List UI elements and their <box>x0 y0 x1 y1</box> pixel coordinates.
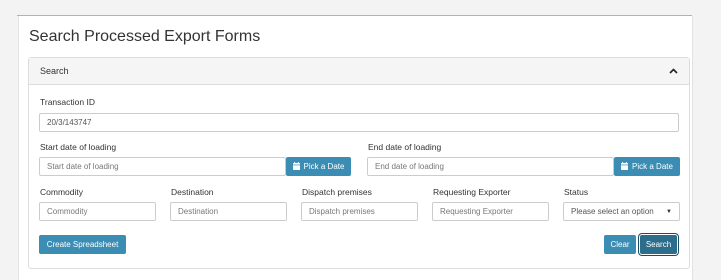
start-date-input[interactable] <box>39 157 286 176</box>
search-panel-header[interactable]: Search <box>29 58 689 85</box>
end-date-pick-label: Pick a Date <box>632 162 673 171</box>
clear-button[interactable]: Clear <box>604 235 636 254</box>
commodity-input[interactable] <box>39 202 156 221</box>
requesting-exporter-input[interactable] <box>432 202 549 221</box>
end-date-label: End date of loading <box>368 142 442 152</box>
caret-down-icon: ▼ <box>666 208 672 215</box>
commodity-label: Commodity <box>40 187 83 197</box>
dispatch-premises-input[interactable] <box>301 202 418 221</box>
calendar-icon <box>292 161 300 172</box>
start-date-pick-button[interactable]: Pick a Date <box>286 157 351 176</box>
destination-label: Destination <box>171 187 214 197</box>
status-select[interactable]: Please select an option ▼ <box>563 202 680 221</box>
destination-input[interactable] <box>170 202 287 221</box>
transaction-id-input[interactable] <box>39 113 679 132</box>
search-panel: Search Transaction ID Start date of load… <box>28 57 690 269</box>
end-date-input[interactable] <box>367 157 614 176</box>
search-card: Search Processed Export Forms Search Tra… <box>18 16 693 280</box>
page-title: Search Processed Export Forms <box>29 28 261 45</box>
search-panel-label: Search <box>40 66 69 76</box>
dispatch-premises-label: Dispatch premises <box>302 187 372 197</box>
create-spreadsheet-button[interactable]: Create Spreadsheet <box>39 235 126 254</box>
search-button[interactable]: Search <box>640 235 677 254</box>
status-label: Status <box>564 187 589 197</box>
start-date-pick-label: Pick a Date <box>303 162 345 171</box>
transaction-id-label: Transaction ID <box>40 97 95 107</box>
calendar-icon <box>621 161 629 172</box>
status-selected-value: Please select an option <box>571 207 654 216</box>
chevron-up-icon[interactable] <box>669 67 678 76</box>
end-date-pick-button[interactable]: Pick a Date <box>614 157 680 176</box>
requesting-exporter-label: Requesting Exporter <box>433 187 511 197</box>
start-date-label: Start date of loading <box>40 142 117 152</box>
